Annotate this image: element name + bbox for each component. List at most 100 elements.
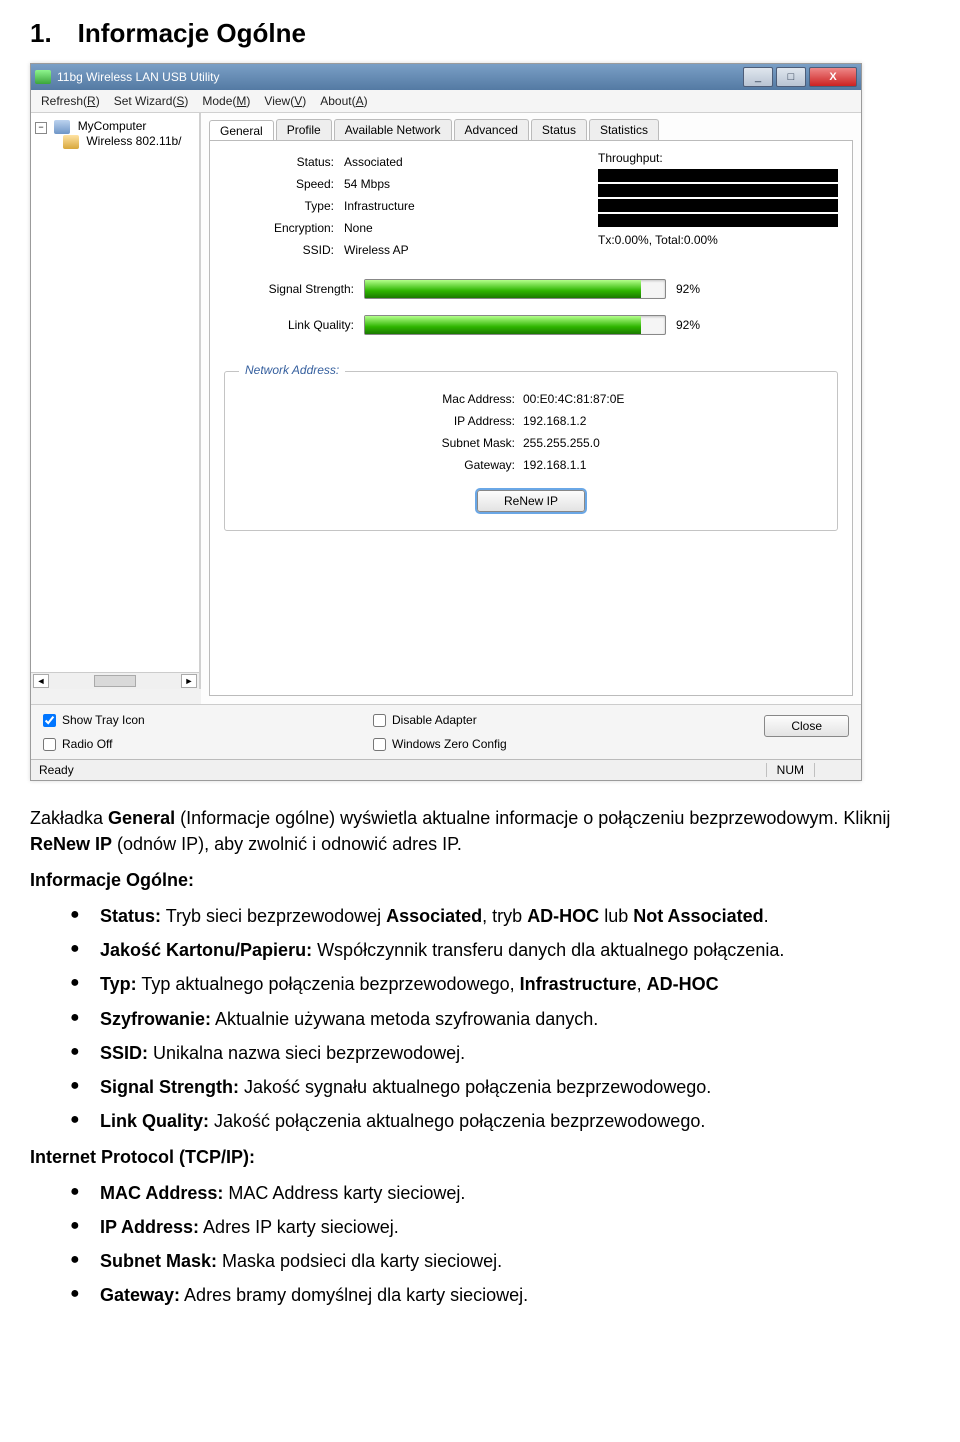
expand-toggle-icon[interactable]: −: [35, 122, 47, 134]
text-bold: Link Quality:: [100, 1111, 209, 1131]
text-bold: MAC Address:: [100, 1183, 223, 1203]
text: Typ aktualnego połączenia bezprzewodoweg…: [137, 974, 520, 994]
text-bold: General: [108, 808, 175, 828]
signal-fill: [365, 280, 641, 298]
wifi-icon: [35, 70, 51, 84]
text: , tryb: [482, 906, 527, 926]
menu-set-wizard[interactable]: Set Wizard(S): [114, 94, 189, 108]
minimize-button[interactable]: _: [743, 67, 773, 87]
check-label: Disable Adapter: [392, 713, 477, 727]
legend-network-address: Network Address:: [239, 363, 345, 377]
close-button[interactable]: Close: [764, 715, 849, 737]
tree-label: Wireless 802.11b/: [86, 134, 181, 148]
throughput-bar: [598, 214, 838, 227]
main-split: − MyComputer Wireless 802.11b/ ◄ ► Gener…: [31, 113, 861, 704]
text: Tryb sieci bezprzewodowej: [161, 906, 386, 926]
section-heading: 1. Informacje Ogólne: [30, 18, 930, 49]
throughput-graph: [598, 169, 838, 227]
check-disable-adapter[interactable]: Disable Adapter: [373, 713, 507, 727]
value-ip: 192.168.1.2: [523, 410, 586, 432]
check-radio-off[interactable]: Radio Off: [43, 737, 293, 751]
tab-profile[interactable]: Profile: [276, 119, 332, 140]
tab-statistics[interactable]: Statistics: [589, 119, 659, 140]
status-block: Status:Associated Speed:54 Mbps Type:Inf…: [224, 151, 598, 261]
text: (Informacje ogólne) wyświetla aktualne i…: [175, 808, 890, 828]
label-encryption: Encryption:: [224, 217, 334, 239]
checkbox[interactable]: [43, 738, 56, 751]
text: Aktualnie używana metoda szyfrowania dan…: [211, 1009, 598, 1029]
tab-available-network[interactable]: Available Network: [334, 119, 452, 140]
doc-body: Zakładka General (Informacje ogólne) wyś…: [30, 805, 930, 1308]
tab-advanced[interactable]: Advanced: [454, 119, 529, 140]
menu-view[interactable]: View(V): [264, 94, 306, 108]
renew-ip-button[interactable]: ReNew IP: [477, 490, 585, 512]
text: Zakładka: [30, 808, 108, 828]
scroll-right-icon[interactable]: ►: [181, 674, 197, 688]
label-throughput: Throughput:: [598, 151, 838, 165]
device-tree: − MyComputer Wireless 802.11b/ ◄ ►: [31, 113, 201, 689]
menu-mode[interactable]: Mode(M): [202, 94, 250, 108]
text-bold: Associated: [386, 906, 482, 926]
throughput-bar: [598, 184, 838, 197]
label-type: Type:: [224, 195, 334, 217]
heading-tcpip: Internet Protocol (TCP/IP):: [30, 1144, 930, 1170]
checkbox[interactable]: [373, 714, 386, 727]
menu-text: ): [184, 94, 188, 108]
text-bold: Not Associated: [633, 906, 763, 926]
tree-scrollbar[interactable]: ◄ ►: [31, 672, 199, 689]
tabstrip: General Profile Available Network Advanc…: [201, 113, 861, 140]
text-bold: AD-HOC: [647, 974, 719, 994]
checkbox[interactable]: [43, 714, 56, 727]
list-item: MAC Address: MAC Address karty sieciowej…: [70, 1180, 930, 1206]
list-item: Link Quality: Jakość połączenia aktualne…: [70, 1108, 930, 1134]
scroll-left-icon[interactable]: ◄: [33, 674, 49, 688]
network-address-group: Network Address: Mac Address:00:E0:4C:81…: [224, 371, 838, 531]
intro-paragraph: Zakładka General (Informacje ogólne) wyś…: [30, 805, 930, 857]
list-item: IP Address: Adres IP karty sieciowej.: [70, 1214, 930, 1240]
heading-general-info: Informacje Ogólne:: [30, 867, 930, 893]
tree-label: MyComputer: [78, 119, 147, 133]
tree-node-mycomputer[interactable]: − MyComputer: [35, 119, 195, 134]
check-show-tray-icon[interactable]: Show Tray Icon: [43, 713, 293, 727]
link-quality-fill: [365, 316, 641, 334]
tab-status[interactable]: Status: [531, 119, 587, 140]
throughput-block: Throughput: Tx:0.00%, Total:0.00%: [598, 151, 838, 261]
menu-refresh[interactable]: Refresh(R): [41, 94, 100, 108]
tab-body-general: Status:Associated Speed:54 Mbps Type:Inf…: [209, 140, 853, 696]
link-quality-bar: [364, 315, 666, 335]
label-signal-strength: Signal Strength:: [224, 282, 354, 296]
tab-general[interactable]: General: [209, 120, 274, 141]
throughput-bar: [598, 169, 838, 182]
text-bold: IP Address:: [100, 1217, 199, 1237]
menu-about[interactable]: About(A): [320, 94, 367, 108]
window-buttons: _ □ X: [743, 67, 857, 87]
text-bold: Status:: [100, 906, 161, 926]
text-bold: Signal Strength:: [100, 1077, 239, 1097]
text: ,: [637, 974, 647, 994]
label-status: Status:: [224, 151, 334, 173]
menu-accel: A: [356, 94, 364, 108]
text: Adres bramy domyślnej dla karty sieciowe…: [180, 1285, 528, 1305]
checkbox[interactable]: [373, 738, 386, 751]
label-speed: Speed:: [224, 173, 334, 195]
check-label: Show Tray Icon: [62, 713, 145, 727]
check-label: Radio Off: [62, 737, 112, 751]
computer-icon: [54, 120, 70, 134]
value-ssid: Wireless AP: [344, 239, 409, 261]
value-gateway: 192.168.1.1: [523, 454, 586, 476]
adapter-icon: [63, 135, 79, 149]
close-window-button[interactable]: X: [809, 67, 857, 87]
label-ip: IP Address:: [235, 410, 515, 432]
list-item: Jakość Kartonu/Papieru: Współczynnik tra…: [70, 937, 930, 963]
bottom-options: Show Tray Icon Radio Off Disable Adapter…: [31, 704, 861, 759]
tree-node-adapter[interactable]: Wireless 802.11b/: [35, 134, 195, 149]
maximize-button[interactable]: □: [776, 67, 806, 87]
scroll-thumb[interactable]: [94, 675, 136, 687]
menu-text: View(: [264, 94, 294, 108]
check-windows-zero-config[interactable]: Windows Zero Config: [373, 737, 507, 751]
value-speed: 54 Mbps: [344, 173, 390, 195]
text: lub: [599, 906, 633, 926]
label-link-quality: Link Quality:: [224, 318, 354, 332]
value-throughput-tx: Tx:0.00%, Total:0.00%: [598, 233, 838, 247]
text-bold: SSID:: [100, 1043, 148, 1063]
